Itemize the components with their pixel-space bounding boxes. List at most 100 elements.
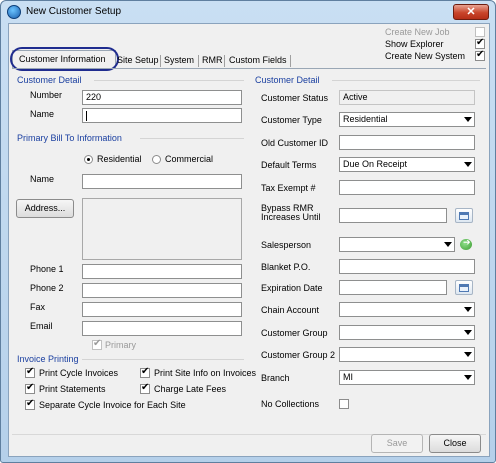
close-button[interactable]: Close [429,434,481,453]
customer-group2-label: Customer Group 2 [261,350,336,360]
app-icon [7,5,21,19]
salesperson-label: Salesperson [261,240,312,250]
dialog-client-area: Create New Job Show Explorer Create New … [8,23,490,457]
commercial-radio-label: Commercial [165,154,214,164]
customer-type-value: Residential [343,114,388,124]
separate-cycle-invoice-checkbox[interactable] [25,398,35,410]
section-divider [140,138,244,139]
save-button[interactable]: Save [371,434,423,453]
customer-setup-window: New Customer Setup ✕ Create New Job Show… [0,0,496,463]
bypass-rmr-date-field[interactable] [339,208,447,223]
no-collections-label: No Collections [261,399,320,409]
chain-account-label: Chain Account [261,305,320,315]
calendar-icon [459,284,469,292]
phone2-label: Phone 2 [30,283,64,293]
number-label: Number [30,90,63,100]
salesperson-select[interactable] [339,237,455,252]
separate-cycle-invoice-label: Separate Cycle Invoice for Each Site [39,400,186,410]
chevron-down-icon [464,330,472,335]
fax-field[interactable] [82,302,242,317]
tax-exempt-field[interactable] [339,180,475,195]
old-customer-id-field[interactable] [339,135,475,150]
branch-select[interactable]: MI [339,370,475,385]
tab-site-setup[interactable]: Site Setup [117,55,159,65]
phone1-field[interactable] [82,264,242,279]
print-site-info-label: Print Site Info on Invoices [154,368,257,378]
email-field[interactable] [82,321,242,336]
tax-exempt-label: Tax Exempt # [261,183,316,193]
no-collections-checkbox[interactable] [339,399,349,409]
blanket-po-field[interactable] [339,259,475,274]
tab-custom-fields[interactable]: Custom Fields [229,55,287,65]
right-customer-detail-section-title: Customer Detail [255,75,320,85]
name-label: Name [30,109,55,119]
number-field[interactable]: 220 [82,90,242,105]
title-bar[interactable]: New Customer Setup ✕ [1,1,495,23]
create-new-job-label: Create New Job [385,27,450,37]
customer-group-label: Customer Group [261,328,328,338]
chevron-down-icon [464,307,472,312]
primary-email-checkbox[interactable] [92,338,102,350]
expiration-calendar-button[interactable] [455,280,473,295]
bill-name-field[interactable] [82,174,242,189]
tab-system[interactable]: System [164,55,194,65]
close-window-button[interactable]: ✕ [453,4,489,20]
default-terms-label: Default Terms [261,160,317,170]
expiration-date-field[interactable] [339,280,447,295]
phone1-label: Phone 1 [30,264,64,274]
section-divider [82,359,244,360]
customer-type-label: Customer Type [261,115,322,125]
bypass-rmr-calendar-button[interactable] [455,208,473,223]
create-new-system-checkbox[interactable] [475,49,485,61]
print-statements-label: Print Statements [39,384,106,394]
bill-name-label: Name [30,174,55,184]
print-cycle-invoices-label: Print Cycle Invoices [39,368,119,378]
tab-separator [290,55,291,67]
window-title: New Customer Setup [26,6,122,17]
customer-group2-select[interactable] [339,347,475,362]
phone2-field[interactable] [82,283,242,298]
tab-separator [160,55,161,67]
customer-group-select[interactable] [339,325,475,340]
calendar-icon [459,212,469,220]
expiration-date-label: Expiration Date [261,283,323,293]
chevron-down-icon [464,375,472,380]
print-cycle-invoices-checkbox[interactable] [25,366,35,378]
chevron-down-icon [444,242,452,247]
invoice-printing-section-title: Invoice Printing [17,354,79,364]
default-terms-select[interactable]: Due On Receipt [339,157,475,172]
primary-email-label: Primary [105,340,136,350]
customer-type-select[interactable]: Residential [339,112,475,127]
tab-separator [224,55,225,67]
blanket-po-label: Blanket P.O. [261,262,311,272]
salesperson-go-button[interactable] [458,237,474,252]
bypass-rmr-label-line2: Increases Until [261,212,321,222]
default-terms-value: Due On Receipt [343,159,408,169]
create-new-system-label: Create New System [385,51,466,61]
charge-late-fees-checkbox[interactable] [140,382,150,394]
address-button[interactable]: Address... [16,199,74,218]
section-divider [332,80,480,81]
fax-label: Fax [30,302,46,312]
old-customer-id-label: Old Customer ID [261,138,329,148]
chevron-down-icon [464,117,472,122]
show-explorer-checkbox[interactable] [475,37,485,49]
commercial-radio[interactable] [152,155,161,164]
chain-account-select[interactable] [339,302,475,317]
print-site-info-checkbox[interactable] [140,366,150,378]
bill-to-section-title: Primary Bill To Information [17,133,122,143]
tab-rmr[interactable]: RMR [202,55,223,65]
chevron-down-icon [464,162,472,167]
print-statements-checkbox[interactable] [25,382,35,394]
go-arrow-icon [460,237,472,250]
residential-radio[interactable] [84,155,93,164]
section-divider [94,80,244,81]
tab-separator [198,55,199,67]
address-display-box [82,198,242,260]
charge-late-fees-label: Charge Late Fees [154,384,227,394]
tab-panel-customer-information: Customer Detail Number 220 Name Primary … [12,68,486,433]
name-field[interactable] [82,108,242,123]
email-label: Email [30,321,53,331]
create-new-job-checkbox[interactable] [475,27,485,37]
customer-status-label: Customer Status [261,93,329,103]
